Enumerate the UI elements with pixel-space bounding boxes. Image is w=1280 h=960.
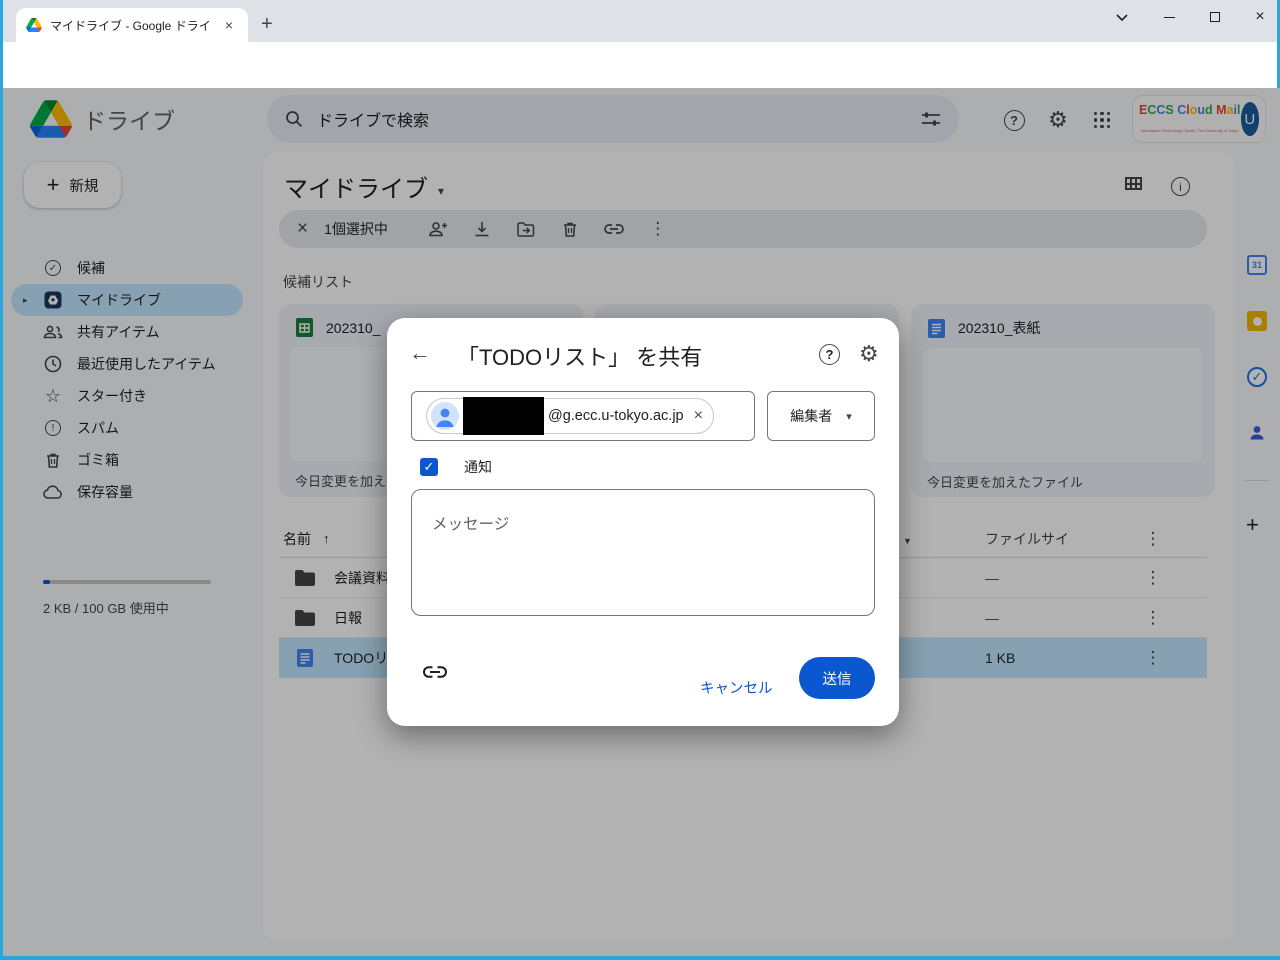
tab-search-chevron-icon[interactable] <box>1099 0 1145 34</box>
recipient-chip[interactable]: @g.ecc.u-tokyo.ac.jp × <box>426 398 714 434</box>
tab-title: マイドライブ - Google ドライブ <box>50 17 212 34</box>
share-recipients-input[interactable]: @g.ecc.u-tokyo.ac.jp × <box>411 391 755 441</box>
notify-checkbox[interactable]: ✓ <box>420 458 438 476</box>
tab-close-icon[interactable]: × <box>220 16 238 34</box>
dialog-help-icon[interactable]: ? <box>819 344 840 365</box>
role-dropdown[interactable]: 編集者 ▾ <box>767 391 875 441</box>
dropdown-caret-icon: ▾ <box>846 410 852 423</box>
drive-favicon <box>26 18 42 32</box>
browser-tab[interactable]: マイドライブ - Google ドライブ × <box>16 8 248 42</box>
new-tab-button[interactable]: + <box>261 14 273 34</box>
notify-label: 通知 <box>464 457 492 477</box>
dialog-title: 「TODOリスト」 を共有 <box>457 340 702 372</box>
screen: マイドライブ - Google ドライブ × + × ← → ↻ drive.g… <box>0 0 1280 960</box>
window-maximize-button[interactable] <box>1192 0 1238 34</box>
dialog-settings-gear-icon[interactable]: ⚙ <box>859 342 879 367</box>
role-value: 編集者 <box>790 406 832 426</box>
cancel-button[interactable]: キャンセル <box>692 669 781 706</box>
remove-recipient-icon[interactable]: × <box>694 407 703 425</box>
dialog-back-icon[interactable]: ← <box>409 340 431 366</box>
share-dialog: ← 「TODOリスト」 を共有 ? ⚙ @g.ecc.u-tokyo.ac.jp… <box>387 318 899 726</box>
message-textarea[interactable]: メッセージ <box>411 489 875 616</box>
redacted-name <box>463 397 544 435</box>
window-close-button[interactable]: × <box>1237 0 1280 34</box>
browser-tabstrip: マイドライブ - Google ドライブ × + × <box>3 0 1277 42</box>
recipient-email: @g.ecc.u-tokyo.ac.jp <box>548 408 684 424</box>
copy-link-icon[interactable] <box>423 666 447 678</box>
browser-toolbar: ← → ↻ drive.google.com/drive/my-drive ☆ … <box>3 42 1277 88</box>
send-button[interactable]: 送信 <box>799 657 875 699</box>
recipient-avatar-icon <box>431 402 459 430</box>
window-minimize-button[interactable] <box>1146 0 1192 34</box>
